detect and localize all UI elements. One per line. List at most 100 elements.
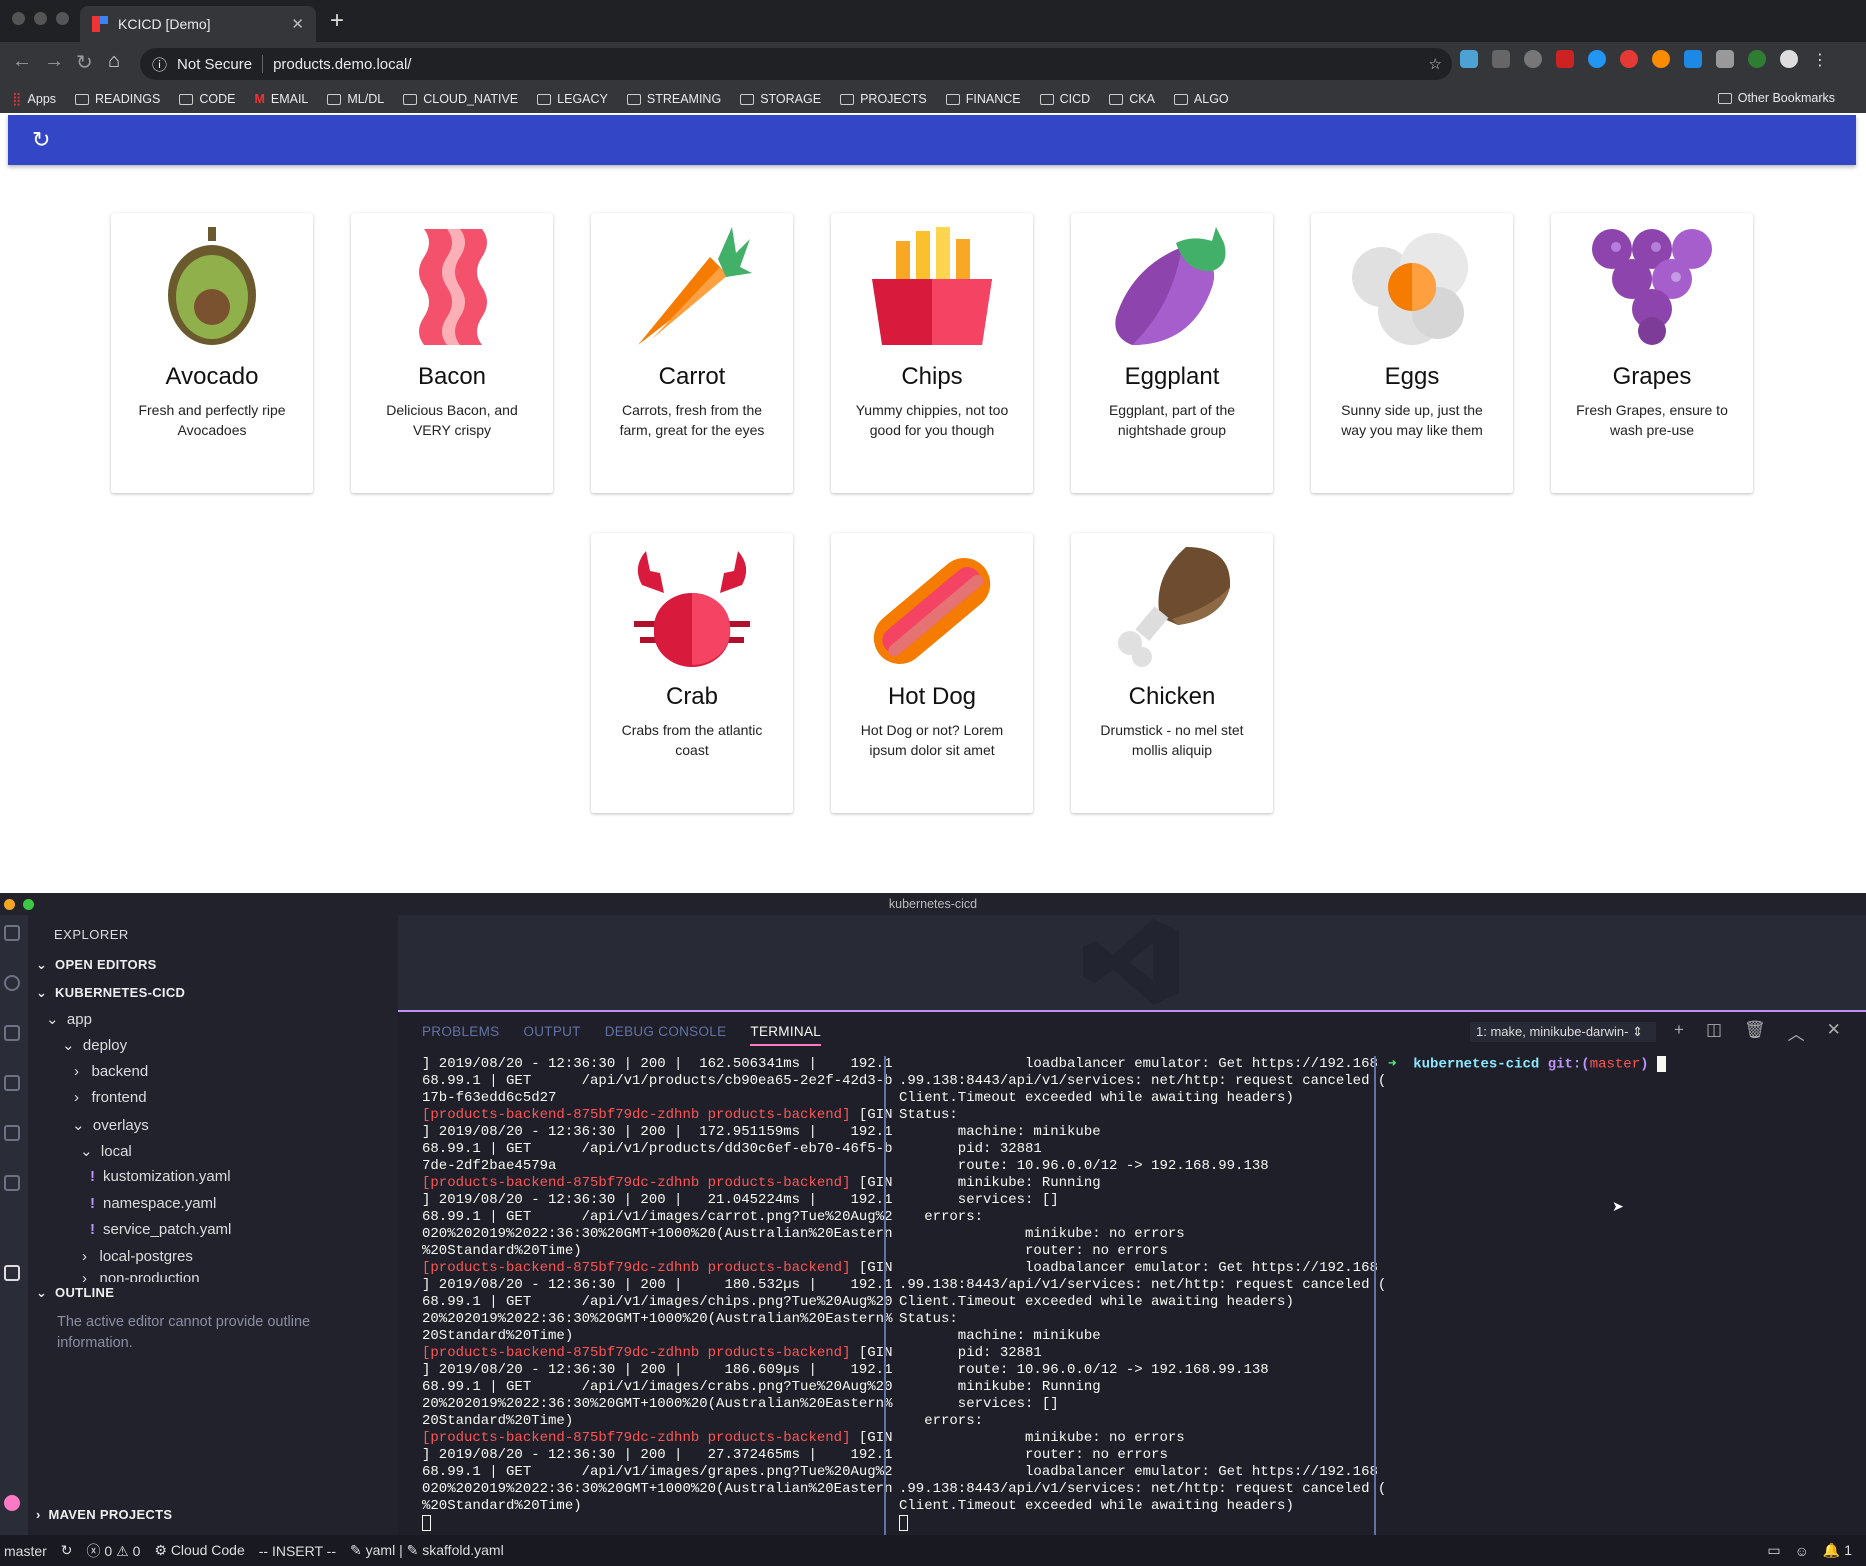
project-section[interactable]: ⌄ KUBERNETES-CICD bbox=[36, 985, 185, 1001]
bookmark-apps[interactable]: ⣿ Apps bbox=[12, 91, 56, 107]
security-label: Not Secure bbox=[177, 55, 253, 73]
bookmark-code[interactable]: CODE bbox=[179, 92, 235, 106]
red-extension-icon[interactable] bbox=[1620, 50, 1638, 68]
forward-icon[interactable]: → bbox=[44, 50, 64, 73]
address-bar[interactable]: ⓘ Not Secure products.demo.local/ ☆ bbox=[140, 48, 1452, 80]
product-card-carrot[interactable]: Carrot Carrots, fresh from the farm, gre… bbox=[591, 213, 793, 493]
terminal-select[interactable]: 1: make, minikube-darwin- ⇕ bbox=[1470, 1022, 1656, 1042]
bookmark-cka[interactable]: CKA bbox=[1109, 92, 1155, 106]
search-icon[interactable] bbox=[4, 975, 20, 991]
tab-debug-console[interactable]: DEBUG CONSOLE bbox=[605, 1024, 727, 1046]
open-editors-section[interactable]: ⌄ OPEN EDITORS bbox=[36, 957, 157, 973]
split-terminal-icon[interactable]: ◫ bbox=[1706, 1020, 1722, 1045]
refresh-icon[interactable]: ↻ bbox=[32, 127, 50, 153]
home-icon[interactable]: ⌂ bbox=[108, 50, 120, 73]
prompt-arrow-icon: ➜ bbox=[1388, 1056, 1397, 1073]
terminal-status-icon[interactable]: ▭ bbox=[1767, 1542, 1780, 1559]
tree-folder-overlays[interactable]: ⌄ overlays bbox=[72, 1116, 149, 1134]
bookmark-projects[interactable]: PROJECTS bbox=[840, 92, 927, 106]
window-controls[interactable] bbox=[4, 899, 34, 910]
grid-extension-icon[interactable] bbox=[1684, 50, 1702, 68]
profile-avatar-icon[interactable] bbox=[1780, 50, 1798, 68]
bookmark-star-icon[interactable]: ☆ bbox=[1429, 55, 1442, 73]
bookmark-algo[interactable]: ALGO bbox=[1173, 92, 1229, 106]
terminal-pane-3[interactable]: ➜ kubernetes-cicd git:(master) bbox=[1388, 1056, 1666, 1074]
reload-icon[interactable]: ↻ bbox=[76, 50, 93, 75]
feedback-icon[interactable]: ☺ bbox=[1795, 1543, 1809, 1559]
bookmark-finance[interactable]: FINANCE bbox=[945, 92, 1021, 106]
git-branch[interactable]: master bbox=[0, 1543, 47, 1559]
bookmark-cicd[interactable]: CICD bbox=[1039, 92, 1090, 106]
browser-tab[interactable]: KCICD [Demo] ✕ bbox=[80, 6, 316, 42]
language-mode[interactable]: ✎ yaml | ✎ skaffold.yaml bbox=[350, 1542, 504, 1559]
notifications-bell-icon[interactable]: 🔔 1 bbox=[1823, 1542, 1866, 1559]
add-terminal-icon[interactable]: + bbox=[1674, 1020, 1684, 1045]
close-tab-icon[interactable]: ✕ bbox=[291, 15, 304, 33]
new-tab-button[interactable]: + bbox=[330, 7, 344, 35]
terminal-pane-1[interactable]: ] 2019/08/20 - 12:36:30 | 200 | 162.5063… bbox=[422, 1056, 893, 1533]
tree-file-namespace[interactable]: ! namespace.yaml bbox=[90, 1195, 216, 1212]
tree-file-service-patch[interactable]: ! service_patch.yaml bbox=[90, 1221, 231, 1238]
react-extension-icon[interactable] bbox=[1460, 50, 1478, 68]
bookmark-readings[interactable]: READINGS bbox=[75, 92, 160, 106]
trash-icon[interactable]: 🗑 bbox=[1744, 1020, 1766, 1045]
git-icon[interactable] bbox=[4, 1175, 20, 1191]
tab-output[interactable]: OUTPUT bbox=[523, 1024, 580, 1046]
tree-folder-local-postgres[interactable]: › local-postgres bbox=[82, 1248, 193, 1265]
info-icon[interactable]: ⓘ bbox=[152, 54, 167, 75]
extensions-icon[interactable] bbox=[4, 1075, 20, 1091]
settings-badge-icon[interactable] bbox=[4, 1495, 20, 1511]
tree-folder-local[interactable]: ⌄ local bbox=[80, 1142, 132, 1160]
product-card-eggs[interactable]: Eggs Sunny side up, just the way you may… bbox=[1311, 213, 1513, 493]
other-bookmarks[interactable]: Other Bookmarks bbox=[1717, 91, 1835, 105]
files-icon[interactable] bbox=[4, 925, 20, 941]
adblock-extension-icon[interactable] bbox=[1556, 50, 1574, 68]
tab-problems[interactable]: PROBLEMS bbox=[422, 1024, 499, 1046]
bookmark-cloud-native[interactable]: CLOUD_NATIVE bbox=[403, 92, 518, 106]
green-extension-icon[interactable] bbox=[1748, 50, 1766, 68]
bookmark-streaming[interactable]: STREAMING bbox=[626, 92, 721, 106]
bookmark-ml-dl[interactable]: ML/DL bbox=[327, 92, 384, 106]
maven-section[interactable]: › MAVEN PROJECTS bbox=[36, 1507, 172, 1522]
window-controls[interactable] bbox=[12, 12, 69, 25]
tree-file-kustomization[interactable]: ! kustomization.yaml bbox=[90, 1168, 231, 1185]
product-card-chicken[interactable]: Chicken Drumstick - no mel stet mollis a… bbox=[1071, 533, 1273, 813]
orange-extension-icon[interactable] bbox=[1652, 50, 1670, 68]
bookmark-legacy[interactable]: LEGACY bbox=[537, 92, 608, 106]
product-card-eggplant[interactable]: Eggplant Eggplant, part of the nightshad… bbox=[1071, 213, 1273, 493]
debug-icon[interactable] bbox=[4, 1025, 20, 1041]
terminal-divider[interactable] bbox=[1374, 1056, 1376, 1536]
terminal-pane-2[interactable]: loadbalancer emulator: Get https://192.1… bbox=[899, 1056, 1386, 1533]
bookmark-storage[interactable]: STORAGE bbox=[740, 92, 821, 106]
product-card-crab[interactable]: Crab Crabs from the atlantic coast bbox=[591, 533, 793, 813]
target-extension-icon[interactable] bbox=[1524, 50, 1542, 68]
problems-indicator[interactable]: ⓧ 0 ⚠ 0 bbox=[87, 1541, 141, 1561]
terminal-line: machine: minikube bbox=[899, 1124, 1101, 1140]
product-card-bacon[interactable]: Bacon Delicious Bacon, and VERY crispy bbox=[351, 213, 553, 493]
product-card-hot-dog[interactable]: Hot Dog Hot Dog or not? Lorem ipsum dolo… bbox=[831, 533, 1033, 813]
bookmark-email[interactable]: M EMAIL bbox=[254, 92, 308, 106]
chart-extension-icon[interactable] bbox=[1716, 50, 1734, 68]
menu-kebab-icon[interactable]: ⋮ bbox=[1812, 50, 1828, 69]
tree-folder-non-production[interactable]: › non-production bbox=[82, 1270, 200, 1282]
blue-extension-icon[interactable] bbox=[1588, 50, 1606, 68]
close-panel-icon[interactable]: ✕ bbox=[1827, 1020, 1841, 1045]
product-card-avocado[interactable]: Avocado Fresh and perfectly ripe Avocado… bbox=[111, 213, 313, 493]
product-card-grapes[interactable]: Grapes Fresh Grapes, ensure to wash pre-… bbox=[1551, 213, 1753, 493]
tree-folder-app[interactable]: ⌄ app bbox=[46, 1010, 92, 1028]
explorer-active-icon[interactable] bbox=[4, 1265, 20, 1281]
cloud-code-status[interactable]: ⚙ Cloud Code bbox=[154, 1542, 244, 1559]
back-icon[interactable]: ← bbox=[12, 50, 32, 73]
terminal-divider[interactable] bbox=[884, 1056, 886, 1536]
outline-section[interactable]: ⌄ OUTLINE bbox=[36, 1285, 114, 1301]
tab-terminal[interactable]: TERMINAL bbox=[750, 1024, 822, 1046]
sync-icon[interactable]: ↻ bbox=[61, 1542, 73, 1559]
tree-folder-deploy[interactable]: ⌄ deploy bbox=[62, 1036, 127, 1054]
tree-folder-frontend[interactable]: › frontend bbox=[74, 1089, 147, 1106]
maximize-panel-icon[interactable]: ︿ bbox=[1788, 1020, 1805, 1045]
test-icon[interactable] bbox=[4, 1125, 20, 1141]
tree-folder-backend[interactable]: › backend bbox=[74, 1063, 148, 1080]
pocket-extension-icon[interactable] bbox=[1492, 50, 1510, 68]
product-card-chips[interactable]: Chips Yummy chippies, not too good for y… bbox=[831, 213, 1033, 493]
terminal-line: 20Standard%20Time) bbox=[422, 1328, 574, 1344]
